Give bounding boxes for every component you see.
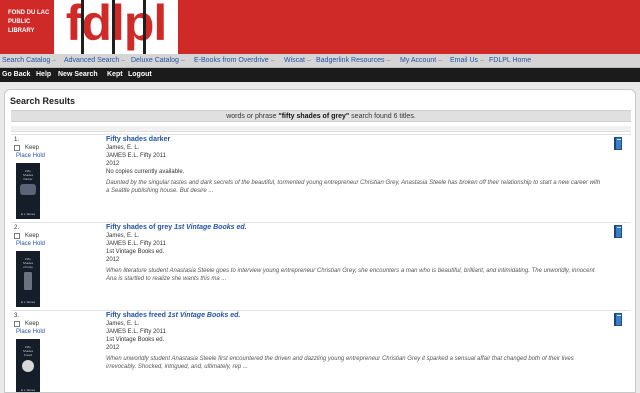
nav-email-us[interactable]: Email Us – [450,57,484,64]
library-name-line-3: LIBRARY [8,28,35,34]
site-header: FOND DU LAC PUBLIC LIBRARY fdlpl [0,0,640,54]
new-search-button[interactable]: New Search [58,71,98,78]
keep-toggle[interactable]: Keep [14,233,39,239]
result-title-link[interactable]: Fifty shades darker [106,136,601,144]
nav-ebooks-overdrive[interactable]: E-Books from Overdrive – [194,57,275,64]
result-year: 2012 [106,257,120,263]
logo-divider [81,0,84,54]
result-info: Fifty shades darker James, E. L. JAMES E… [106,136,601,195]
result-year: 2012 [106,161,120,167]
kept-button[interactable]: Kept [107,71,123,78]
book-cover[interactable]: Fifty Shades Darker E L James [16,163,40,219]
result-row: 1. Keep Place Hold Fifty Shades Darker E… [11,134,631,219]
keep-toggle[interactable]: Keep [14,145,39,151]
cover-art [22,360,34,372]
cover-text: Freed [24,353,32,357]
result-description: Daunted by the singular tastes and dark … [106,180,601,194]
library-name-line-2: PUBLIC [8,19,31,25]
result-description: When literature student Anastasia Steele… [106,268,595,282]
result-number: 2. [14,225,20,231]
result-title-link[interactable]: Fifty shades freed 1st Vintage Books ed. [106,312,601,320]
result-number: 3. [14,313,20,319]
nav-my-account[interactable]: My Account – [400,57,442,64]
summary-query: "fifty shades of grey" [278,113,350,120]
keep-label: Keep [25,233,40,239]
cover-art [24,272,32,290]
logo-divider [112,0,115,54]
summary-count: search found 6 titles. [351,113,416,120]
result-author: James, E. L. [106,321,140,327]
catalog-nav: Search Catalog – Advanced Search – Deluxe … [0,54,640,68]
result-call-number: JAMES E.L. Fifty 2011 [106,153,166,159]
help-button[interactable]: Help [36,71,51,78]
place-hold-link[interactable]: Place Hold [16,153,45,159]
book-cover[interactable]: Fifty Shades Freed E L James [16,339,40,392]
action-toolbar: Go Back Help New Search Kept Logout [0,68,640,82]
result-info: Fifty shades freed 1st Vintage Books ed.… [106,312,601,371]
result-availability: No copies currently available. [106,169,185,175]
book-format-icon [614,313,622,326]
library-name-line-1: FOND DU LAC [8,10,50,16]
book-format-icon [614,225,622,238]
result-edition: 1st Vintage Books ed. [106,337,165,343]
keep-label: Keep [25,145,40,151]
keep-checkbox[interactable] [14,321,20,327]
result-edition: 1st Vintage Books ed. [106,249,165,255]
nav-deluxe-catalog[interactable]: Deluxe Catalog – [131,57,185,64]
results-panel: Search Results words or phrase "fifty sh… [4,89,636,393]
logo-divider [143,0,146,54]
cover-text: Darker [23,177,33,181]
keep-checkbox[interactable] [14,145,20,151]
library-name: FOND DU LAC PUBLIC LIBRARY [8,9,56,36]
cover-art [20,184,36,195]
cover-text: of Grey [23,265,33,269]
nav-search-catalog[interactable]: Search Catalog – [2,57,56,64]
cover-author: E L James [20,212,36,216]
results-header-strip [11,126,631,132]
nav-badgerlink[interactable]: Badgerlink Resources – [316,57,390,64]
result-description: When unworldly student Anastasia Steele … [106,356,574,370]
logout-button[interactable]: Logout [128,71,152,78]
place-hold-link[interactable]: Place Hold [16,241,45,247]
keep-toggle[interactable]: Keep [14,321,39,327]
keep-checkbox[interactable] [14,233,20,239]
result-row: 3. Keep Place Hold Fifty Shades Freed E … [11,310,631,392]
result-title-link[interactable]: Fifty shades of grey 1st Vintage Books e… [106,224,601,232]
result-year: 2012 [106,345,120,351]
book-cover[interactable]: Fifty Shades of Grey E L James [16,251,40,307]
page-title: Search Results [10,96,76,106]
result-call-number: JAMES E.L. Fifty 2011 [106,241,166,247]
place-hold-link[interactable]: Place Hold [16,329,45,335]
nav-wiscat[interactable]: Wiscat – [284,57,311,64]
go-back-button[interactable]: Go Back [2,71,30,78]
result-row: 2. Keep Place Hold Fifty Shades of Grey … [11,222,631,307]
book-format-icon [614,137,622,150]
result-author: James, E. L. [106,145,140,151]
result-author: James, E. L. [106,233,140,239]
library-logo[interactable]: fdlpl [54,0,178,54]
logo-text: fdlpl [65,0,168,51]
cover-author: E L James [20,388,36,392]
summary-prefix: words or phrase [226,113,277,120]
search-summary: words or phrase "fifty shades of grey" s… [11,110,631,122]
nav-fdlpl-home[interactable]: FDLPL Home [489,57,531,64]
result-number: 1. [14,137,20,143]
cover-author: E L James [20,300,36,304]
nav-advanced-search[interactable]: Advanced Search – [64,57,125,64]
result-info: Fifty shades of grey 1st Vintage Books e… [106,224,601,283]
result-call-number: JAMES E.L. Fifty 2011 [106,329,166,335]
keep-label: Keep [25,321,40,327]
